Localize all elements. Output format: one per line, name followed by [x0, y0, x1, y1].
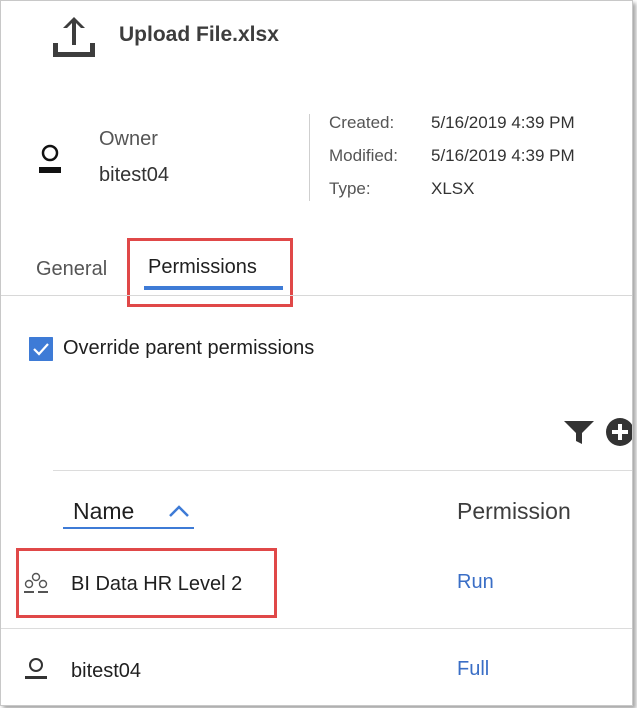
- type-label: Type:: [329, 179, 371, 198]
- name-column-header[interactable]: Name: [73, 498, 134, 525]
- override-checkbox[interactable]: [29, 337, 53, 361]
- modified-value: 5/16/2019 4:39 PM: [431, 146, 575, 165]
- add-icon[interactable]: [605, 417, 633, 447]
- row-permission-run[interactable]: Run: [457, 571, 494, 594]
- metadata-divider: [309, 114, 310, 201]
- user-icon: [39, 144, 61, 173]
- row-divider: [1, 628, 632, 629]
- tabs-divider: [1, 295, 632, 296]
- filter-icon[interactable]: [563, 420, 595, 446]
- upload-icon: [53, 17, 95, 57]
- type-value: XLSX: [431, 179, 475, 198]
- row-highlight: [16, 548, 277, 618]
- chevron-up-icon[interactable]: [167, 501, 191, 521]
- modified-label: Modified:: [329, 146, 398, 165]
- override-label: Override parent permissions: [63, 337, 315, 359]
- properties-panel: Upload File.xlsx Owner bitest04 Created:…: [0, 0, 633, 706]
- sort-indicator: [63, 527, 194, 529]
- file-title: Upload File.xlsx: [119, 23, 279, 46]
- created-value: 5/16/2019 4:39 PM: [431, 113, 575, 132]
- row-permission-full[interactable]: Full: [457, 658, 489, 681]
- owner-name: bitest04: [99, 164, 170, 186]
- row-name-bitest04[interactable]: bitest04: [71, 660, 141, 683]
- created-label: Created:: [329, 113, 395, 132]
- list-divider: [53, 470, 632, 471]
- owner-label: Owner: [99, 128, 158, 150]
- permission-column-header[interactable]: Permission: [457, 498, 571, 525]
- tab-general[interactable]: General: [36, 258, 107, 281]
- permissions-tab-highlight: [127, 238, 293, 307]
- user-icon: [25, 658, 47, 679]
